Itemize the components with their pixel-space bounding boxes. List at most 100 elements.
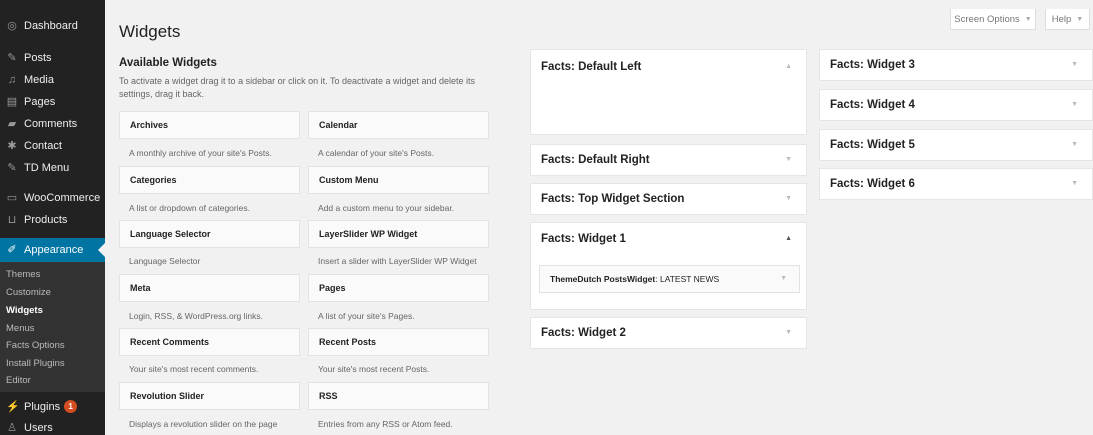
caret-down-icon[interactable]: ▼ [1071, 101, 1078, 108]
sidebar-item-media[interactable]: ♫ Media [0, 74, 105, 86]
sidebar-item-plugins[interactable]: ⚡ Plugins 1 [0, 400, 105, 413]
widget-description: Language Selector [129, 256, 201, 266]
update-count-badge: 1 [64, 400, 78, 413]
caret-down-icon[interactable]: ▼ [785, 156, 792, 163]
gear-icon: ✱ [7, 140, 17, 152]
widget-layerslider[interactable]: LayerSlider WP Widget [308, 220, 489, 248]
widget-recent-posts[interactable]: Recent Posts [308, 328, 489, 356]
brush-icon: ✐ [7, 244, 17, 256]
area-widget-1[interactable]: Facts: Widget 1 ▲ ThemeDutch PostsWidget… [530, 222, 807, 310]
help-button[interactable]: Help ▼ [1045, 9, 1090, 30]
sidebar-item-label: Posts [24, 52, 52, 64]
caret-down-icon[interactable]: ▼ [785, 195, 792, 202]
available-widgets-title: Available Widgets [119, 57, 217, 69]
widget-description: Insert a slider with LayerSlider WP Widg… [318, 256, 477, 266]
screen-options-label: Screen Options [954, 13, 1020, 25]
area-widget-2[interactable]: Facts: Widget 2 ▼ [530, 317, 807, 349]
area-title: Facts: Widget 3 [830, 59, 915, 71]
submenu-item-menus[interactable]: Menus [6, 323, 35, 334]
sidebar-item-pages[interactable]: ▤ Pages [0, 96, 105, 108]
submenu-item-editor[interactable]: Editor [6, 375, 31, 386]
admin-sidebar: ◎ Dashboard ✎ Posts ♫ Media ▤ Pages ▰ Co… [0, 0, 105, 435]
submenu-item-install-plugins[interactable]: Install Plugins [6, 358, 65, 369]
area-title: Facts: Widget 2 [541, 327, 626, 339]
caret-down-icon: ▼ [1076, 15, 1084, 23]
sidebar-item-label: Contact [24, 140, 62, 152]
widget-revolution-slider[interactable]: Revolution Slider [119, 382, 300, 410]
media-icon: ♫ [7, 74, 17, 86]
sidebar-item-users[interactable]: ♙ Users [0, 422, 105, 434]
widget-recent-comments[interactable]: Recent Comments [119, 328, 300, 356]
widget-calendar[interactable]: Calendar [308, 111, 489, 139]
sidebar-item-comments[interactable]: ▰ Comments [0, 118, 105, 130]
widget-meta[interactable]: Meta [119, 274, 300, 302]
widget-description: A calendar of your site's Posts. [318, 148, 434, 158]
widget-rss[interactable]: RSS [308, 382, 489, 410]
screen-options-button[interactable]: Screen Options ▼ [950, 9, 1036, 30]
appearance-submenu: Themes Customize Widgets Menus Facts Opt… [0, 262, 105, 392]
help-label: Help [1051, 13, 1072, 25]
area-widget-6[interactable]: Facts: Widget 6 ▼ [819, 168, 1093, 200]
caret-down-icon[interactable]: ▼ [780, 266, 787, 292]
area-title: Facts: Widget 1 [541, 233, 626, 245]
sidebar-item-label: Dashboard [24, 20, 78, 32]
sidebar-item-label: TD Menu [24, 162, 70, 174]
users-icon: ♙ [7, 422, 17, 434]
sidebar-item-label: Products [24, 214, 68, 226]
comments-icon: ▰ [7, 118, 17, 130]
submenu-item-facts-options[interactable]: Facts Options [6, 340, 65, 351]
widget-pages[interactable]: Pages [308, 274, 489, 302]
woocommerce-icon: ▭ [6, 192, 18, 204]
sidebar-item-label: Pages [24, 96, 56, 108]
sidebar-item-appearance[interactable]: ✐ Appearance [0, 238, 105, 262]
dashboard-icon: ◎ [7, 20, 17, 32]
area-title: Facts: Widget 5 [830, 139, 915, 151]
sidebar-item-label: WooCommerce [24, 192, 101, 204]
caret-down-icon[interactable]: ▼ [1071, 180, 1078, 187]
area-default-right[interactable]: Facts: Default Right ▼ [530, 144, 807, 176]
widget-description: Entries from any RSS or Atom feed. [318, 419, 453, 429]
area-widget-4[interactable]: Facts: Widget 4 ▼ [819, 89, 1093, 121]
widget-description: Displays a revolution slider on the page [129, 419, 278, 429]
area-widget-3[interactable]: Facts: Widget 3 ▼ [819, 49, 1093, 81]
pin-icon: ✎ [7, 52, 17, 64]
caret-down-icon[interactable]: ▼ [785, 329, 792, 336]
area-title: Facts: Widget 4 [830, 99, 915, 111]
widget-language-selector[interactable]: Language Selector [119, 220, 300, 248]
page-title: Widgets [119, 22, 181, 41]
submenu-item-customize[interactable]: Customize [6, 287, 51, 298]
area-widget-5[interactable]: Facts: Widget 5 ▼ [819, 129, 1093, 161]
caret-up-icon[interactable]: ▲ [785, 63, 792, 70]
sidebar-item-contact[interactable]: ✱ Contact [0, 140, 105, 152]
plug-icon: ⚡ [6, 400, 20, 413]
widget-description: Add a custom menu to your sidebar. [318, 203, 455, 213]
available-widgets-description: To activate a widget drag it to a sideba… [119, 76, 476, 99]
placed-widget-posts[interactable]: ThemeDutch PostsWidget: LATEST NEWS ▼ [539, 265, 800, 293]
area-title: Facts: Default Right [541, 154, 650, 166]
submenu-item-widgets[interactable]: Widgets [6, 305, 43, 316]
area-default-left[interactable]: Facts: Default Left ▲ [530, 49, 807, 135]
sidebar-item-td-menu[interactable]: ✎ TD Menu [0, 162, 105, 174]
area-top-widget-section[interactable]: Facts: Top Widget Section ▼ [530, 183, 807, 215]
caret-down-icon[interactable]: ▼ [1071, 61, 1078, 68]
caret-up-icon[interactable]: ▲ [785, 235, 792, 242]
placed-widget-name: ThemeDutch PostsWidget [550, 274, 656, 284]
widget-categories[interactable]: Categories [119, 166, 300, 194]
sidebar-item-dashboard[interactable]: ◎ Dashboard [0, 20, 105, 32]
widget-description: Your site's most recent comments. [129, 364, 259, 374]
widget-custom-menu[interactable]: Custom Menu [308, 166, 489, 194]
pin-icon: ✎ [7, 162, 17, 174]
caret-down-icon[interactable]: ▼ [1071, 141, 1078, 148]
widget-description: A list or dropdown of categories. [129, 203, 250, 213]
submenu-item-themes[interactable]: Themes [6, 269, 40, 280]
widget-archives[interactable]: Archives [119, 111, 300, 139]
placed-widget-title: : LATEST NEWS [655, 274, 720, 284]
widget-description: Login, RSS, & WordPress.org links. [129, 311, 264, 321]
sidebar-item-woocommerce[interactable]: ▭ WooCommerce [0, 192, 105, 204]
sidebar-item-posts[interactable]: ✎ Posts [0, 52, 105, 64]
sidebar-item-label: Comments [24, 118, 78, 130]
sidebar-item-label: Users [24, 422, 53, 434]
sidebar-item-products[interactable]: ⊔ Products [0, 214, 105, 226]
sidebar-item-label: Appearance [24, 244, 84, 256]
sidebar-item-label: Media [24, 74, 54, 86]
